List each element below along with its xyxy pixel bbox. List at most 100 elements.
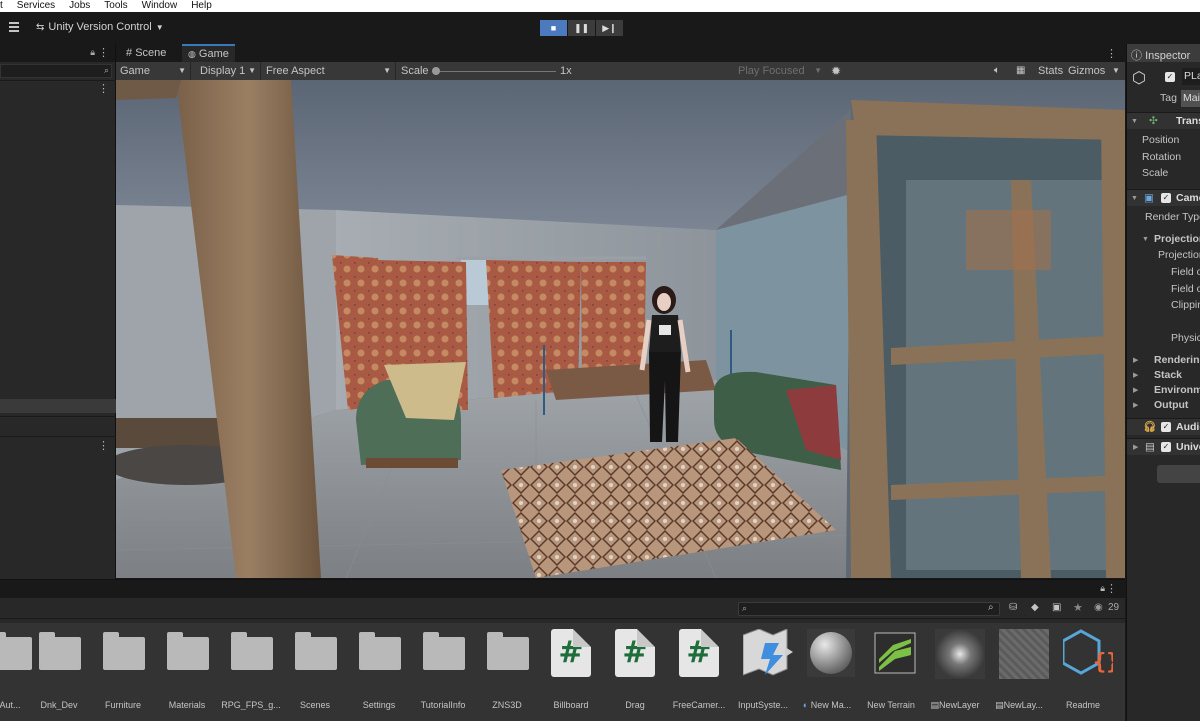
inspector-tabbar: ⓘ Inspector — [1127, 44, 1200, 62]
folder-icon — [103, 632, 145, 670]
play-focused-dropdown[interactable]: Play Focused ▼ — [734, 62, 826, 80]
project-toolbar: ⌕ ⌕ ⛁ ◆ ▣ ★ ◉ 29 — [0, 599, 1125, 619]
asset-material[interactable]: ◐ New Ma... — [795, 623, 859, 721]
kebab-menu-icon[interactable]: ⋮ — [98, 439, 109, 452]
star-icon[interactable]: ★ — [1073, 601, 1083, 614]
asset-script-freecamera[interactable]: # FreeCamer... — [667, 623, 731, 721]
asset-script-drag[interactable]: # Drag — [603, 623, 667, 721]
asset-label: Furniture — [104, 700, 141, 710]
asset-input-system[interactable]: InputSyste... — [731, 623, 795, 721]
inspector-tab[interactable]: ⓘ Inspector — [1131, 47, 1190, 63]
asset-folder-scenes[interactable]: Scenes — [283, 623, 347, 721]
asset-label: NewLayer — [938, 700, 980, 710]
audio-enabled-checkbox[interactable]: ✓ — [1161, 422, 1171, 432]
menu-item-tools[interactable]: Tools — [97, 0, 134, 12]
tab-game-label: Game — [198, 48, 229, 60]
asset-folder-rpg-fps[interactable]: RPG_FPS_g... — [219, 623, 283, 721]
pause-button[interactable]: ❚❚ — [568, 20, 595, 36]
asset-label: TutorialInfo — [420, 700, 466, 710]
tag-label: Tag — [1160, 92, 1177, 104]
aspect-label: Free Aspect — [266, 65, 325, 77]
object-name-field[interactable]: PLa — [1182, 68, 1200, 85]
asset-terrain[interactable]: New Terrain — [859, 623, 923, 721]
game-viewport[interactable] — [116, 80, 1125, 578]
eye-icon[interactable]: ◉ — [1094, 602, 1103, 613]
project-search-input[interactable]: ⌕ — [738, 602, 1000, 616]
kebab-menu-icon[interactable]: ⋮ — [1106, 47, 1117, 60]
asset-folder-settings[interactable]: Settings — [347, 623, 411, 721]
projection-foldout[interactable]: ▼ Projection — [1127, 231, 1200, 248]
inspector-panel: ⓘ Inspector ⬡ ✓ PLa Tag Mai ▼ ✣ Trans Po… — [1126, 44, 1200, 721]
asset-label-layer-2: ▤NewLay... — [987, 700, 1051, 711]
scale-value: 1x — [560, 65, 572, 77]
camera-enabled-checkbox[interactable]: ✓ — [1161, 193, 1171, 203]
scale-slider-handle[interactable] — [432, 67, 440, 75]
chevron-down-icon[interactable]: ▼ — [1112, 62, 1120, 80]
asset-folder-tutorialinfo[interactable]: TutorialInfo — [411, 623, 475, 721]
hamburger-icon[interactable] — [9, 22, 19, 32]
game-mode-label: Game — [120, 65, 150, 77]
transform-component-header[interactable]: ▼ ✣ Trans — [1127, 112, 1200, 129]
kebab-menu-icon[interactable]: ⋮ — [98, 46, 109, 59]
search-by-type-icon[interactable]: ⌕ — [988, 602, 994, 613]
add-component-button[interactable] — [1157, 465, 1200, 483]
csharp-script-icon: # — [679, 629, 719, 677]
tag-dropdown[interactable]: Mai — [1181, 90, 1200, 107]
divider — [0, 436, 116, 437]
menu-item-edit[interactable]: t — [0, 0, 10, 12]
universal-enabled-checkbox[interactable]: ✓ — [1161, 442, 1171, 452]
menu-item-help[interactable]: Help — [184, 0, 219, 12]
tab-game[interactable]: ◍ Game — [182, 44, 235, 62]
filter-by-type-icon[interactable]: ⛁ — [1009, 602, 1017, 613]
asset-terrain-layer-2[interactable]: ▤NewLay... — [987, 623, 1051, 721]
search-icon: ⌕ — [103, 65, 109, 75]
step-button[interactable]: ▶❙ — [596, 20, 623, 36]
input-actions-icon — [742, 628, 793, 677]
field-of-view-axis-label: Field o — [1171, 283, 1200, 295]
folder-icon — [423, 632, 465, 670]
hierarchy-selected-row[interactable] — [0, 399, 116, 413]
output-foldout[interactable]: ▶ Output — [1127, 397, 1200, 414]
tab-scene-label: Scene — [135, 47, 167, 59]
game-scene-render — [116, 80, 1125, 578]
hierarchy-search-input[interactable]: ⌕ — [0, 64, 112, 78]
kebab-menu-icon[interactable]: ⋮ — [98, 82, 109, 95]
display-dropdown[interactable]: Display 1 ▼ — [196, 62, 261, 80]
asset-folder-materials[interactable]: Materials — [155, 623, 219, 721]
audio-listener-header[interactable]: 🎧︎ ✓ Audio — [1127, 418, 1200, 435]
version-control-button[interactable]: ⇆ Unity Version Control ▼ — [36, 21, 164, 33]
tab-scene[interactable]: # Scene — [120, 44, 172, 62]
asset-readme[interactable]: {} Readme — [1051, 623, 1120, 721]
scale-slider-track[interactable] — [436, 71, 556, 72]
bug-icon[interactable]: ✹ — [831, 62, 841, 80]
hidden-packages-count: 29 — [1108, 602, 1120, 613]
menu-item-window[interactable]: Window — [135, 0, 185, 12]
active-checkbox[interactable]: ✓ — [1165, 72, 1175, 82]
audio-label: Audio — [1176, 421, 1200, 433]
menu-item-jobs[interactable]: Jobs — [62, 0, 97, 12]
asset-folder-furniture[interactable]: Furniture — [91, 623, 155, 721]
gizmos-button[interactable]: Gizmos — [1068, 62, 1105, 80]
lock-icon[interactable]: 🔒︎ — [90, 47, 95, 58]
kebab-menu-icon[interactable]: ⋮ — [1106, 582, 1117, 595]
asset-label: RPG_FPS_g... — [221, 700, 281, 710]
filter-by-label-icon[interactable]: ◆ — [1031, 602, 1039, 613]
menu-item-services[interactable]: Services — [10, 0, 62, 12]
asset-folder-dnk-dev[interactable]: Dnk_Dev — [27, 623, 91, 721]
version-control-label: Unity Version Control — [48, 21, 152, 33]
grid-icon: # — [126, 47, 133, 59]
asset-folder-zns3d[interactable]: ZNS3D — [475, 623, 539, 721]
keyboard-icon[interactable]: ▦ — [1016, 62, 1025, 80]
stats-button[interactable]: Stats — [1038, 62, 1063, 80]
camera-component-header[interactable]: ▼ ▣ ✓ Came — [1127, 189, 1200, 206]
stop-button[interactable]: ■ — [540, 20, 567, 36]
filter-by-log-icon[interactable]: ▣ — [1052, 602, 1061, 613]
universal-data-header[interactable]: ▶ ▤ ✓ Unive — [1127, 438, 1200, 455]
asset-script-billboard[interactable]: # Billboard — [539, 623, 603, 721]
projection-row: Projection — [1127, 247, 1200, 264]
aspect-dropdown[interactable]: Free Aspect ▼ — [262, 62, 396, 80]
game-mode-dropdown[interactable]: Game ▼ — [116, 62, 191, 80]
asset-terrain-layer[interactable]: ▤NewLayer — [923, 623, 987, 721]
lock-icon[interactable]: 🔒︎ — [1100, 583, 1105, 594]
audio-mute-icon[interactable]: 🔈︎ — [994, 62, 1000, 80]
